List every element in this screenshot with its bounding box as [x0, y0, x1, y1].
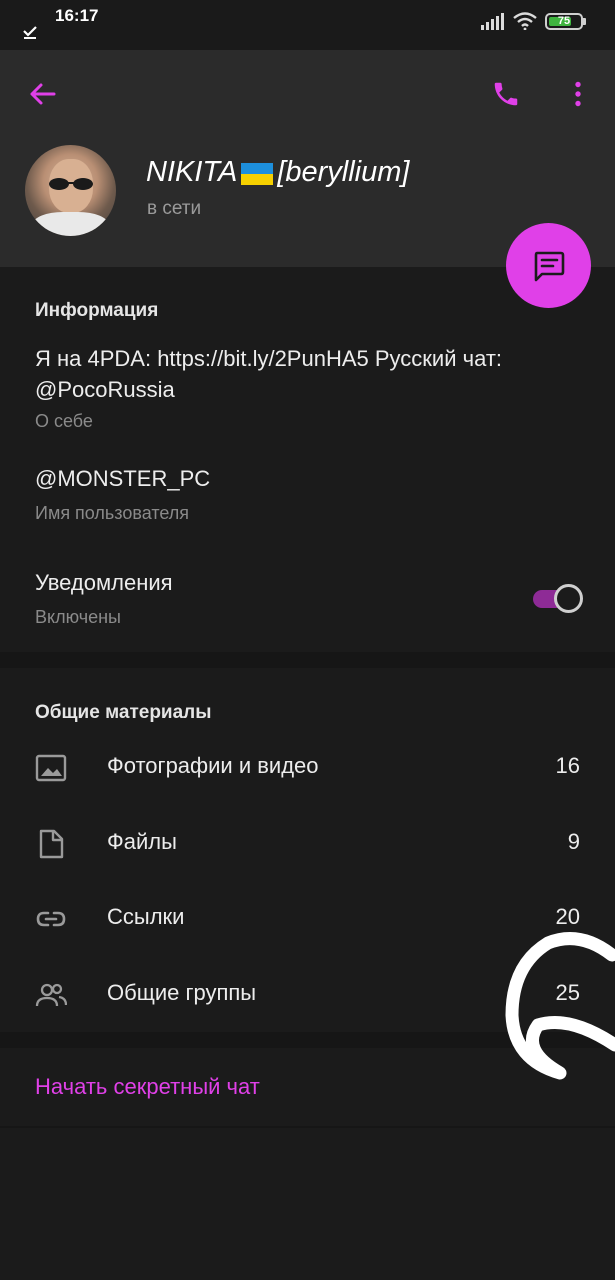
- status-bar: 16:17 75: [0, 0, 615, 50]
- status-icons: 75: [481, 12, 586, 30]
- notifications-state: Включены: [35, 607, 121, 627]
- divider: [0, 652, 615, 668]
- battery-level: 75: [557, 14, 571, 27]
- check-icon: [23, 26, 37, 39]
- more-options-button[interactable]: [556, 72, 600, 116]
- bio-label: О себе: [35, 411, 93, 431]
- hand-drawn-annotation: [505, 932, 615, 1080]
- group-icon: [35, 983, 67, 1007]
- phone-icon: [494, 82, 518, 106]
- divider: [0, 1126, 615, 1128]
- more-vertical-icon: [575, 81, 581, 107]
- link-icon: [36, 911, 66, 927]
- message-icon: [534, 251, 564, 281]
- status-time: 16:17: [55, 6, 99, 25]
- ukraine-flag-icon: [241, 162, 274, 185]
- notifications-title[interactable]: Уведомления: [35, 567, 173, 598]
- battery-icon: 75: [545, 12, 586, 30]
- profile-name: NIKITA [beryllium]: [146, 156, 409, 189]
- back-arrow-icon: [30, 83, 56, 105]
- avatar[interactable]: [25, 145, 116, 236]
- back-button[interactable]: [20, 72, 64, 116]
- online-status: в сети: [147, 198, 202, 219]
- media-label: Файлы: [107, 829, 177, 854]
- media-count: 9: [567, 829, 580, 854]
- send-message-button[interactable]: [506, 223, 591, 308]
- media-label: Общие группы: [107, 980, 257, 1005]
- media-count: 16: [555, 753, 580, 778]
- media-row-files[interactable]: Файлы 9: [0, 806, 615, 882]
- username-label: Имя пользователя: [35, 503, 190, 523]
- media-label: Фотографии и видео: [107, 753, 319, 778]
- sunglasses-icon: [49, 178, 93, 190]
- profile-name-suffix: [beryllium]: [277, 156, 410, 188]
- info-section-title: Информация: [35, 300, 159, 321]
- start-secret-chat-button[interactable]: Начать секретный чат: [35, 1074, 260, 1100]
- signal-icon: [481, 13, 504, 30]
- media-row-photos[interactable]: Фотографии и видео 16: [0, 730, 615, 806]
- media-label: Ссылки: [107, 904, 185, 929]
- file-icon: [39, 829, 64, 859]
- username-value[interactable]: @MONSTER_PC: [35, 463, 210, 494]
- notifications-toggle[interactable]: [531, 584, 583, 613]
- call-button[interactable]: [484, 72, 528, 116]
- wifi-icon: [513, 12, 537, 30]
- image-icon: [35, 754, 67, 782]
- profile-name-text: NIKITA: [146, 156, 238, 188]
- info-section: Информация Я на 4PDA: https://bit.ly/2Pu…: [0, 267, 615, 652]
- shared-media-title: Общие материалы: [35, 702, 212, 723]
- bio-text[interactable]: Я на 4PDA: https://bit.ly/2PunHA5 Русски…: [35, 343, 575, 405]
